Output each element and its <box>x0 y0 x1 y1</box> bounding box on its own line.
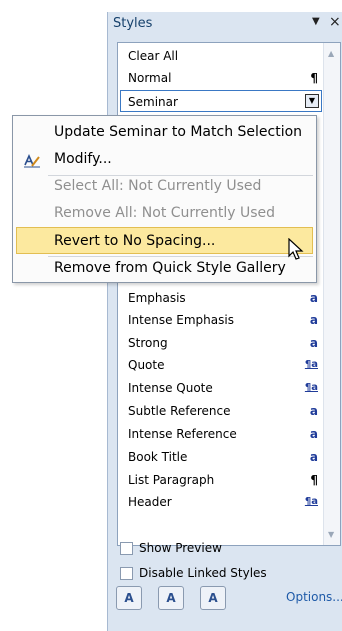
style-item-label: Seminar <box>128 95 178 109</box>
menu-item-label: Remove All: Not Currently Used <box>54 205 276 221</box>
pane-title: Styles <box>113 16 153 31</box>
styles-pane: Styles ▼ × Clear All Normal ¶ Seminar ▼ … <box>107 12 342 631</box>
options-link[interactable]: Options... <box>286 590 342 604</box>
style-inspector-icon: A <box>166 591 176 605</box>
menu-item-modify[interactable]: Modify... <box>13 146 316 173</box>
style-item-label: Intense Quote <box>128 381 213 395</box>
style-item-label: Subtle Reference <box>128 404 231 418</box>
styles-list-scrollbar[interactable]: ▲ ▼ <box>323 43 340 545</box>
menu-item-label: Select All: Not Currently Used <box>54 178 262 194</box>
style-item-intense-quote[interactable]: Intense Quote ¶a <box>120 377 322 399</box>
new-style-icon: A <box>124 591 134 605</box>
style-inspector-button[interactable]: A <box>158 586 184 610</box>
style-item-normal[interactable]: Normal ¶ <box>120 67 322 89</box>
style-item-seminar[interactable]: Seminar ▼ <box>120 90 322 112</box>
pane-header: Styles ▼ × <box>108 12 342 36</box>
character-style-icon: a <box>309 450 318 464</box>
menu-item-update-to-match[interactable]: Update Seminar to Match Selection <box>13 119 316 146</box>
mouse-cursor-icon <box>288 238 304 260</box>
close-icon[interactable]: × <box>329 14 341 30</box>
style-item-label: Book Title <box>128 450 188 464</box>
menu-item-label: Update Seminar to Match Selection <box>54 124 303 140</box>
menu-item-remove-from-gallery[interactable]: Remove from Quick Style Gallery <box>13 255 316 282</box>
style-item-subtle-reference[interactable]: Subtle Reference a <box>120 400 322 422</box>
paragraph-style-icon: ¶ <box>310 71 318 85</box>
linked-style-icon: ¶a <box>304 359 318 370</box>
style-item-label: List Paragraph <box>128 473 215 487</box>
linked-style-icon: ¶a <box>304 382 318 393</box>
show-preview-label: Show Preview <box>139 541 222 555</box>
character-style-icon: a <box>309 313 318 327</box>
menu-item-label: Remove from Quick Style Gallery <box>54 260 286 276</box>
style-item-emphasis[interactable]: Emphasis a <box>120 287 322 309</box>
style-item-intense-emphasis[interactable]: Intense Emphasis a <box>120 309 322 331</box>
menu-item-label: Modify... <box>54 151 112 167</box>
menu-item-select-all-unused: Select All: Not Currently Used <box>13 173 316 200</box>
menu-item-revert-to-no-spacing[interactable]: Revert to No Spacing... <box>16 227 313 254</box>
menu-item-remove-all-unused: Remove All: Not Currently Used <box>13 200 316 227</box>
style-item-strong[interactable]: Strong a <box>120 332 322 354</box>
scroll-down-icon[interactable]: ▼ <box>328 530 334 539</box>
style-item-label: Header <box>128 495 172 509</box>
disable-linked-styles-label: Disable Linked Styles <box>139 566 267 580</box>
character-style-icon: a <box>309 404 318 418</box>
style-item-label: Normal <box>128 71 172 85</box>
character-style-icon: a <box>309 291 318 305</box>
style-item-clear-all[interactable]: Clear All <box>120 45 322 67</box>
manage-styles-icon: A <box>208 591 218 605</box>
style-item-label: Intense Reference <box>128 427 237 441</box>
style-item-label: Clear All <box>128 49 179 63</box>
style-item-header[interactable]: Header ¶a <box>120 491 322 513</box>
style-item-list-paragraph[interactable]: List Paragraph ¶ <box>120 469 322 491</box>
style-item-quote[interactable]: Quote ¶a <box>120 354 322 376</box>
character-style-icon: a <box>309 336 318 350</box>
style-item-intense-reference[interactable]: Intense Reference a <box>120 423 322 445</box>
pane-menu-dropdown-icon[interactable]: ▼ <box>312 16 320 27</box>
linked-style-icon: ¶a <box>304 496 318 507</box>
style-context-menu: Update Seminar to Match Selection Modify… <box>12 115 317 283</box>
style-item-label: Intense Emphasis <box>128 313 234 327</box>
style-item-label: Quote <box>128 358 165 372</box>
style-item-label: Strong <box>128 336 168 350</box>
scroll-up-icon[interactable]: ▲ <box>328 49 334 58</box>
manage-styles-button[interactable]: A <box>200 586 226 610</box>
style-item-book-title[interactable]: Book Title a <box>120 446 322 468</box>
character-style-icon: a <box>309 427 318 441</box>
disable-linked-styles-checkbox[interactable] <box>120 567 133 580</box>
style-item-label: Emphasis <box>128 291 186 305</box>
paragraph-style-icon: ¶ <box>310 473 318 487</box>
new-style-button[interactable]: A <box>116 586 142 610</box>
style-dropdown-button[interactable]: ▼ <box>305 94 319 108</box>
menu-item-label: Revert to No Spacing... <box>54 233 216 249</box>
show-preview-checkbox[interactable] <box>120 542 133 555</box>
